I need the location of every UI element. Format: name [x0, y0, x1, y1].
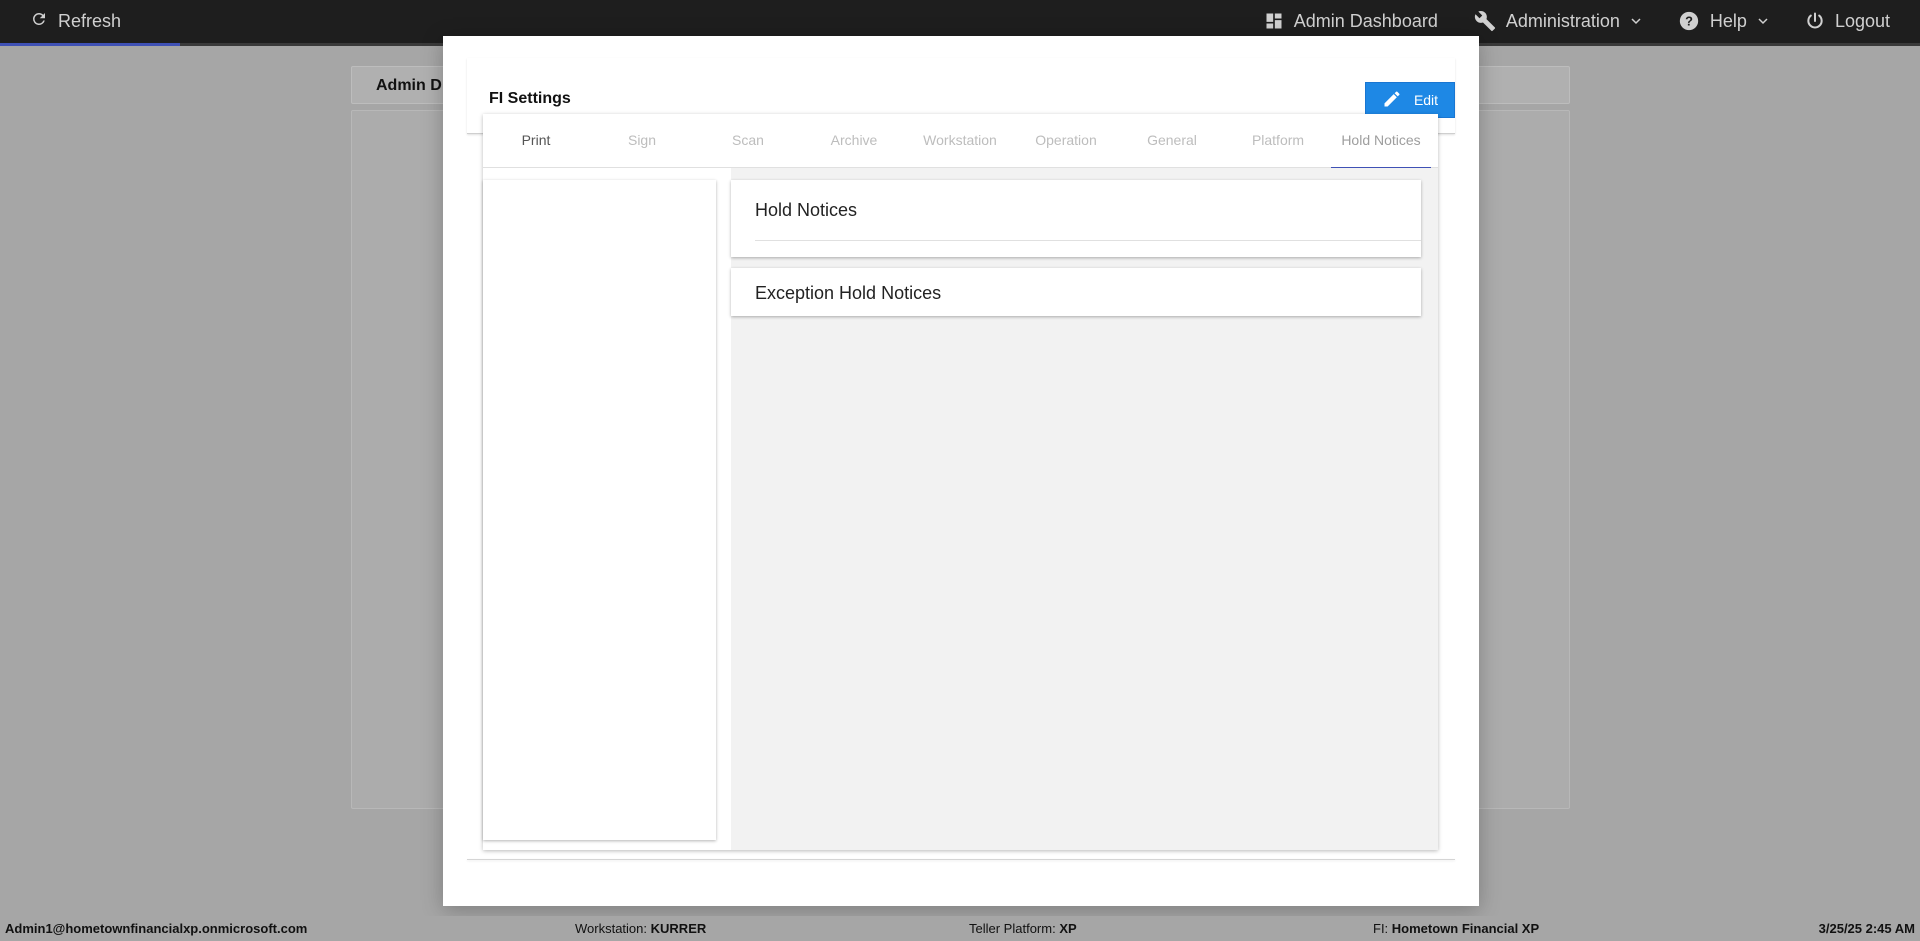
hold-notices-section[interactable]: Hold Notices: [731, 180, 1421, 257]
loading-progress-fill: [0, 43, 181, 46]
administration-menu[interactable]: Administration: [1474, 10, 1642, 32]
settings-detail-area: Hold Notices Exception Hold Notices: [731, 168, 1438, 850]
settings-tabs: Print Sign Scan Archive Workstation Oper…: [483, 114, 1438, 169]
help-label: Help: [1709, 10, 1747, 31]
tab-workstation[interactable]: Workstation: [907, 114, 1013, 168]
wrench-icon: [1474, 10, 1496, 32]
logout-label: Logout: [1834, 10, 1890, 31]
tab-scan[interactable]: Scan: [695, 114, 801, 168]
status-user: Admin1@hometownfinancialxp.onmicrosoft.c…: [5, 921, 308, 936]
status-datetime: 3/25/25 2:45 AM: [1818, 921, 1915, 936]
tab-general[interactable]: General: [1119, 114, 1225, 168]
tab-platform[interactable]: Platform: [1225, 114, 1331, 168]
power-icon: [1805, 11, 1825, 31]
refresh-label: Refresh: [58, 11, 122, 31]
tab-sign[interactable]: Sign: [589, 114, 695, 168]
settings-list-pane: [483, 180, 716, 840]
status-workstation: Workstation: KURRER: [575, 921, 707, 936]
admin-dashboard-label: Admin Dashboard: [1293, 10, 1438, 31]
administration-label: Administration: [1505, 10, 1620, 31]
status-fi: FI: Hometown Financial XP: [1373, 921, 1540, 936]
edit-label: Edit: [1413, 92, 1439, 108]
section-divider: [755, 240, 1421, 241]
status-teller-platform: Teller Platform: XP: [969, 921, 1077, 936]
chevron-down-icon: [1757, 15, 1769, 27]
svg-text:?: ?: [1685, 14, 1693, 29]
refresh-button[interactable]: Refresh: [30, 10, 121, 33]
pencil-icon: [1382, 89, 1402, 112]
dashboard-icon: [1264, 11, 1284, 31]
tab-print[interactable]: Print: [483, 114, 589, 168]
tab-operation[interactable]: Operation: [1013, 114, 1119, 168]
refresh-icon: [30, 10, 48, 33]
tab-hold-notices[interactable]: Hold Notices: [1331, 114, 1431, 169]
tab-archive[interactable]: Archive: [801, 114, 907, 168]
help-icon: ?: [1678, 10, 1700, 32]
hold-notices-title: Hold Notices: [755, 200, 858, 220]
edit-button[interactable]: Edit: [1365, 82, 1455, 118]
help-menu[interactable]: ? Help: [1678, 10, 1769, 32]
background-page-title: Admin D: [376, 77, 442, 94]
admin-dashboard-link[interactable]: Admin Dashboard: [1264, 11, 1438, 32]
dialog-title: FI Settings: [489, 90, 571, 107]
logout-button[interactable]: Logout: [1805, 11, 1890, 32]
settings-card: Print Sign Scan Archive Workstation Oper…: [483, 114, 1438, 850]
chevron-down-icon: [1630, 15, 1642, 27]
status-bar: Admin1@hometownfinancialxp.onmicrosoft.c…: [0, 916, 1920, 941]
dialog-footer-divider: [467, 859, 1455, 860]
exception-hold-notices-section[interactable]: Exception Hold Notices: [731, 268, 1421, 316]
fi-settings-dialog: FI Settings Edit Print Sign Scan Archive…: [443, 36, 1479, 906]
exception-hold-notices-title: Exception Hold Notices: [755, 283, 942, 303]
